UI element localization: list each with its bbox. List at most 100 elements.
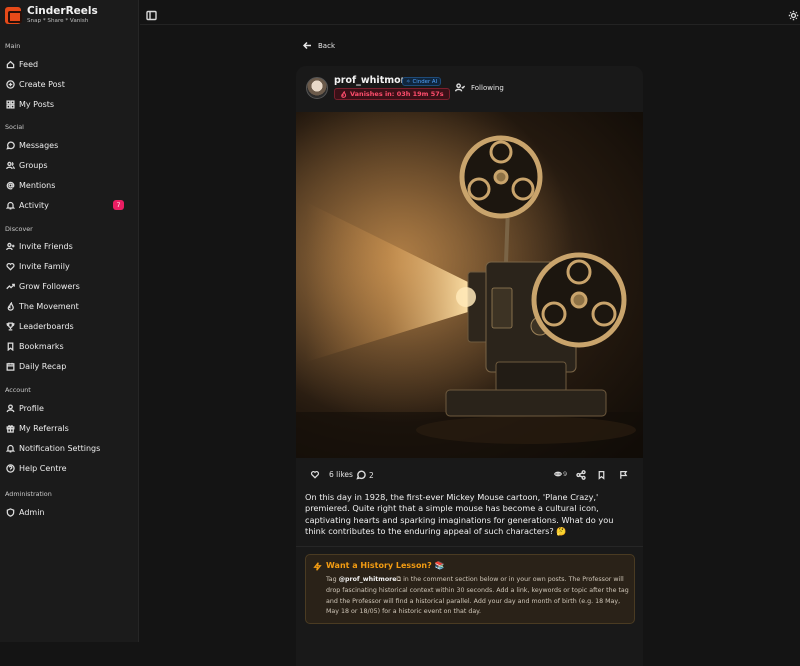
plus-circle-icon [5,79,15,89]
flag-icon [620,470,628,479]
chat-icon [5,140,15,150]
sidebar-item-invite-family[interactable]: Invite Family [5,259,133,273]
sidebar-item-label: Profile [19,403,44,413]
bell-icon [5,443,15,453]
following-label: Following [471,83,504,92]
section-social: Social [5,123,24,131]
sidebar-item-label: My Referrals [19,423,69,433]
sidebar-item-invite-friends[interactable]: Invite Friends [5,239,133,253]
post-image-projector[interactable] [296,112,643,458]
sidebar-item-create-post[interactable]: Create Post [5,77,133,91]
sidebar-item-label: Messages [19,140,59,150]
vanish-timer-badge: Vanishes in: 03h 19m 57s [334,88,450,100]
topbar [140,0,800,25]
sidebar-item-label: The Movement [19,301,79,311]
likes-count[interactable]: 6 likes [329,470,353,479]
bookmark-button[interactable] [597,470,606,480]
activity-count-badge: 7 [113,200,124,210]
user-plus-icon [5,241,15,251]
sidebar-item-my-referrals[interactable]: My Referrals [5,421,133,435]
sidebar: CinderReels Snap * Share * Vanish Main F… [0,0,139,642]
sidebar-item-grow-followers[interactable]: Grow Followers [5,279,133,293]
sidebar-item-mentions[interactable]: Mentions [5,178,133,192]
post-actions: 6 likes 2 9 [296,468,643,484]
section-main: Main [5,42,21,50]
views-value: 9 [563,470,568,478]
film-reel-bottom [531,252,627,348]
sidebar-item-help-centre[interactable]: Help Centre [5,461,133,475]
sidebar-item-label: Help Centre [19,463,67,473]
user-check-icon [455,83,465,92]
calendar-icon [5,361,15,371]
projector-illustration [296,112,643,458]
share-icon [576,470,586,480]
sidebar-item-label: Groups [19,160,48,170]
sidebar-item-profile[interactable]: Profile [5,401,133,415]
sidebar-item-activity[interactable]: Activity 7 [5,198,133,212]
grid-icon [5,99,15,109]
comments-button[interactable]: 2 [356,470,374,480]
sidebar-item-label: Bookmarks [19,341,64,351]
sidebar-item-label: Admin [19,507,45,517]
app-name: CinderReels [27,5,98,17]
sidebar-item-label: Mentions [19,180,56,190]
section-discover: Discover [5,225,33,233]
sidebar-item-label: Activity [19,200,49,210]
sidebar-item-my-posts[interactable]: My Posts [5,97,133,111]
cinderreels-logo [5,7,22,24]
post-caption: On this day in 1928, the first-ever Mick… [305,492,614,536]
film-reel-top [459,135,543,219]
sidebar-item-feed[interactable]: Feed [5,57,133,71]
copy-icon[interactable]: ⧉ [397,576,402,583]
flame-icon [341,90,347,98]
sidebar-item-label: Invite Friends [19,241,73,251]
sidebar-item-daily-recap[interactable]: Daily Recap [5,359,133,373]
vanish-label: Vanishes in: [350,90,395,98]
professor-tag[interactable]: @prof_whitmore [339,576,397,583]
sidebar-item-label: Create Post [19,79,65,89]
sidebar-item-label: Invite Family [19,261,70,271]
trophy-icon [5,321,15,331]
sidebar-item-label: Grow Followers [19,281,80,291]
ai-badge: ✧ Cinder AI [402,77,442,86]
avatar[interactable] [306,77,328,99]
heart-icon [5,261,15,271]
sidebar-item-leaderboards[interactable]: Leaderboards [5,319,133,333]
sun-icon[interactable] [788,6,799,21]
post-username[interactable]: prof_whitmore [334,75,412,86]
sidebar-item-messages[interactable]: Messages [5,138,133,152]
bookmark-icon [598,470,605,480]
history-lesson-callout: Want a History Lesson? 📚 Tag @prof_whitm… [305,554,635,624]
sidebar-item-the-movement[interactable]: The Movement [5,299,133,313]
back-button[interactable]: Back [303,41,335,50]
sidebar-item-label: Leaderboards [19,321,74,331]
sidebar-item-groups[interactable]: Groups [5,158,133,172]
bolt-icon [313,562,322,571]
arrow-left-icon [303,41,311,50]
sidebar-item-notification-settings[interactable]: Notification Settings [5,441,133,455]
sidebar-item-admin[interactable]: Admin [5,505,133,519]
share-button[interactable] [576,470,586,480]
heart-icon [310,470,320,479]
bell-icon [5,200,15,210]
history-lesson-text: Tag @prof_whitmore⧉ in the comment secti… [326,575,631,618]
back-label: Back [318,41,335,50]
brand[interactable]: CinderReels Snap * Share * Vanish [5,5,98,26]
like-button[interactable] [310,470,320,479]
sidebar-item-label: Feed [19,59,39,69]
caption-divider [296,546,643,547]
vanish-countdown: 03h 19m 57s [396,90,444,98]
trending-up-icon [5,281,15,291]
eye-icon [554,471,562,477]
history-lesson-title: Want a History Lesson? 📚 [326,561,445,570]
shield-icon [5,507,15,517]
sidebar-item-bookmarks[interactable]: Bookmarks [5,339,133,353]
flame-icon [5,301,15,311]
views-count: 9 [554,470,567,478]
following-button[interactable]: Following [455,83,504,92]
report-button[interactable] [619,470,628,480]
sidebar-item-label: Notification Settings [19,443,101,453]
sidebar-toggle-icon[interactable] [146,6,157,21]
sidebar-item-label: My Posts [19,99,55,109]
post-card: prof_whitmore ✧ Cinder AI Vanishes in: 03… [296,66,643,666]
